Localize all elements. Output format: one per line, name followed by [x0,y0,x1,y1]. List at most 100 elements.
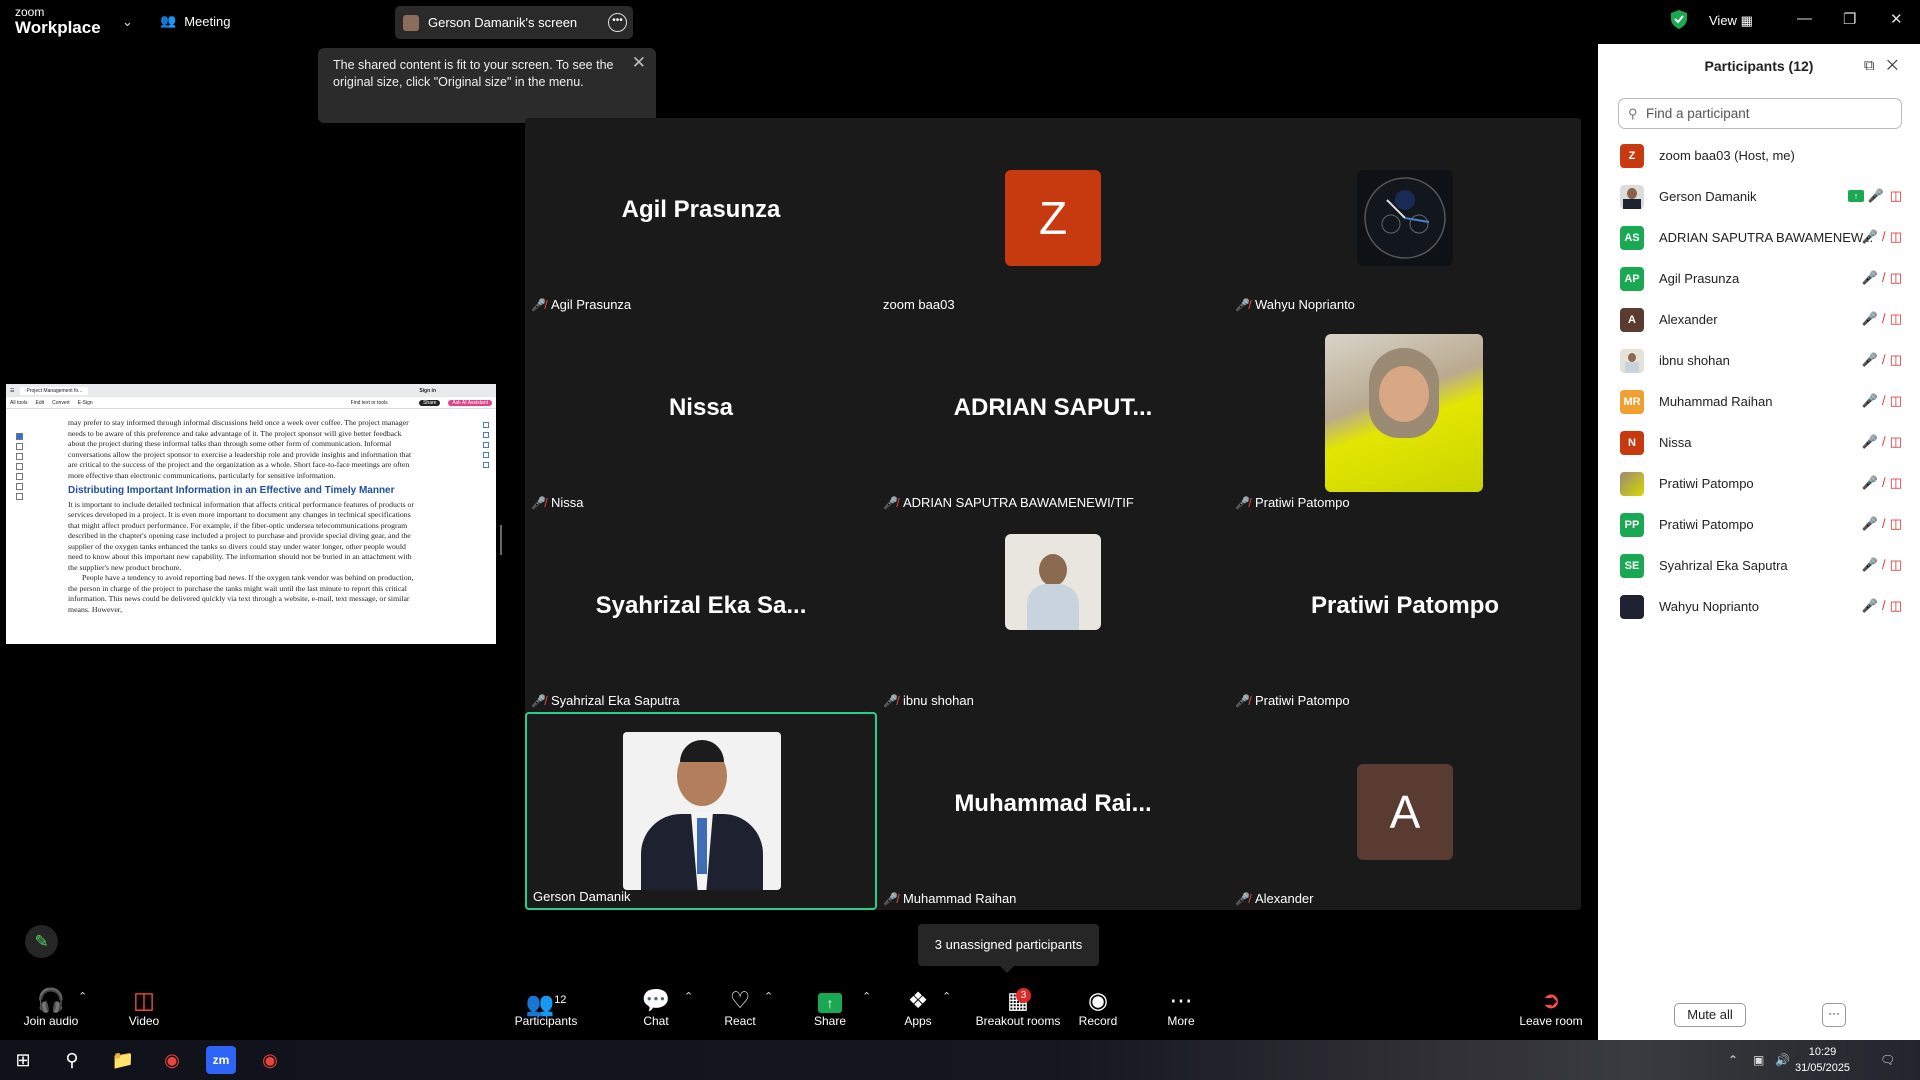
annotate-pen-icon[interactable]: ✎ [25,925,58,958]
video-tile[interactable]: 🎤̸ Pratiwi Patompo [1229,316,1581,514]
pdf-paragraph: may prefer to stay informed through info… [68,418,412,480]
participant-row[interactable]: Wahyu Noprianto 🎤̸◫ [1598,586,1920,627]
mic-muted-icon[interactable]: 🎤̸ [1862,516,1890,531]
browser-tab[interactable]: Project Management fo... [20,386,89,395]
chevron-up-icon[interactable]: ⌃ [1728,1053,1738,1067]
video-off-icon[interactable]: ◫ [1890,516,1908,531]
participant-status-icons: 🎤̸◫ [1862,311,1908,327]
participant-row[interactable]: PP Pratiwi Patompo 🎤̸◫ [1598,504,1920,545]
chevron-down-icon[interactable]: ⌄ [122,14,133,30]
ai-assistant-button[interactable]: Ask AI Assistant [448,399,492,406]
mic-muted-icon[interactable]: 🎤̸ [1862,557,1890,572]
close-icon[interactable]: ✕ [1890,10,1903,28]
screen-share-pill[interactable]: Gerson Damanik's screen ••• [395,6,633,39]
video-off-icon[interactable]: ◫ [1890,557,1908,572]
chevron-up-icon[interactable]: ⌃ [862,990,871,1003]
chevron-up-icon[interactable]: ⌃ [764,990,773,1003]
participant-row[interactable]: A Alexander 🎤̸◫ [1598,299,1920,340]
notification-icon[interactable]: 🗨 [1880,1053,1895,1067]
system-clock[interactable]: 10:29 31/05/2025 [1795,1044,1850,1076]
video-tile[interactable]: 🎤̸ Wahyu Noprianto [1229,118,1581,316]
video-off-icon[interactable]: ◫ [1890,311,1908,326]
find-text[interactable]: Find text or tools [351,400,388,406]
more-options-icon[interactable]: ••• [608,13,627,32]
participant-row[interactable]: MR Muhammad Raihan 🎤̸◫ [1598,381,1920,422]
minimize-icon[interactable]: — [1797,10,1812,27]
unassigned-participants-tooltip[interactable]: 3 unassigned participants [918,924,1099,973]
toolbar-convert[interactable]: Convert [52,400,70,406]
mic-muted-icon[interactable]: 🎤̸ [1862,270,1890,285]
toolbar-esign[interactable]: E-Sign [78,400,93,406]
mic-muted-icon[interactable]: 🎤̸ [1862,393,1890,408]
mic-icon[interactable]: 🎤 [1868,188,1890,203]
participant-row[interactable]: Pratiwi Patompo 🎤̸◫ [1598,463,1920,504]
video-tile[interactable]: A 🎤̸ Alexander [1229,712,1581,910]
video-tile-active-speaker[interactable]: Gerson Damanik [525,712,877,910]
close-icon[interactable]: ✕ [632,54,646,71]
zoom-logo[interactable]: zoom Workplace [15,6,101,36]
video-off-icon[interactable]: ◫ [1890,393,1908,408]
split-divider[interactable] [500,525,502,555]
video-tile[interactable]: Syahrizal Eka Sa... 🎤̸ Syahrizal Eka Sapu… [525,514,877,712]
mic-muted-icon[interactable]: 🎤̸ [1862,434,1890,449]
video-off-icon[interactable]: ◫ [1890,434,1908,449]
video-off-icon[interactable]: ◫ [1890,188,1908,203]
windows-start-icon[interactable]: ⊞ [8,1046,38,1074]
video-off-icon[interactable]: ◫ [1890,229,1908,244]
video-off-icon[interactable]: ◫ [1890,598,1908,613]
more-button[interactable]: ⋯ More [1136,986,1226,1028]
meeting-info-button[interactable]: 👥 Meeting [160,13,230,29]
mic-muted-icon[interactable]: 🎤̸ [1862,475,1890,490]
video-tile[interactable]: Nissa 🎤̸ Nissa [525,316,877,514]
close-icon[interactable]: ✕ [1887,57,1910,74]
video-tile[interactable]: Agil Prasunza 🎤̸ Agil Prasunza [525,118,877,316]
network-icon[interactable]: ▣ [1753,1053,1764,1067]
video-tile[interactable]: 🎤̸ ibnu shohan [877,514,1229,712]
view-button[interactable]: View ▦ [1709,13,1753,29]
search-icon[interactable]: ⚲ [57,1046,87,1074]
participant-row[interactable]: AS ADRIAN SAPUTRA BAWAMENEW... 🎤̸◫ [1598,217,1920,258]
mic-muted-icon[interactable]: 🎤̸ [1862,229,1890,244]
video-off-icon[interactable]: ◫ [1890,270,1908,285]
chrome-icon[interactable]: ◉ [157,1046,187,1074]
toolbar-edit[interactable]: Edit [36,400,45,406]
avatar [1620,471,1644,496]
participant-row[interactable]: Gerson Damanik ↑ 🎤◫ [1598,176,1920,217]
participant-name: Muhammad Raihan [1659,394,1773,409]
video-tile[interactable]: Muhammad Rai... 🎤̸ Muhammad Raihan [877,712,1229,910]
shared-screen-view[interactable]: ☰ Project Management fo... Sign in All t… [6,384,496,644]
file-explorer-icon[interactable]: 📁 [108,1046,138,1074]
mute-all-button[interactable]: Mute all [1674,1003,1746,1027]
search-input[interactable]: ⚲ Find a participant [1618,98,1902,129]
participants-button[interactable]: 👥12 Participants [501,986,591,1028]
leave-room-button[interactable]: ➲ Leave room [1506,986,1596,1028]
zoom-app-icon[interactable]: zm [206,1046,236,1074]
pdf-share-button[interactable]: Share [419,399,441,406]
video-off-icon[interactable]: ◫ [1890,352,1908,367]
record-button[interactable]: ◉ Record [1053,986,1143,1028]
video-tile[interactable]: Pratiwi Patompo 🎤̸ Pratiwi Patompo [1229,514,1581,712]
popout-icon[interactable]: ⧉ [1864,57,1887,74]
toolbar-all-tools[interactable]: All tools [10,400,28,406]
mic-muted-icon[interactable]: 🎤̸ [1862,311,1890,326]
mic-muted-icon[interactable]: 🎤̸ [1862,598,1890,613]
participant-row[interactable]: SE Syahrizal Eka Saputra 🎤̸◫ [1598,545,1920,586]
video-off-icon[interactable]: ◫ [1890,475,1908,490]
video-tile[interactable]: Z zoom baa03 [877,118,1229,316]
chevron-up-icon[interactable]: ⌃ [942,990,951,1003]
video-tile[interactable]: ADRIAN SAPUT... 🎤̸ ADRIAN SAPUTRA BAWAMEN… [877,316,1229,514]
maximize-icon[interactable]: ❐ [1843,10,1856,28]
sign-in-link[interactable]: Sign in [419,388,436,394]
video-button[interactable]: ◫ Video [99,986,189,1028]
chevron-up-icon[interactable]: ⌃ [684,990,693,1003]
participant-row[interactable]: ibnu shohan 🎤̸◫ [1598,340,1920,381]
participant-row[interactable]: AP Agil Prasunza 🎤̸◫ [1598,258,1920,299]
participant-row[interactable]: Zzoom baa03 (Host, me) [1598,135,1920,176]
chrome-icon[interactable]: ◉ [255,1046,285,1074]
shield-check-icon[interactable] [1671,10,1687,29]
participant-row[interactable]: N Nissa 🎤̸◫ [1598,422,1920,463]
chevron-up-icon[interactable]: ⌃ [78,990,87,1003]
volume-icon[interactable]: 🔊 [1775,1053,1790,1067]
mic-muted-icon[interactable]: 🎤̸ [1862,352,1890,367]
more-options-icon[interactable]: ··· [1822,1003,1846,1027]
